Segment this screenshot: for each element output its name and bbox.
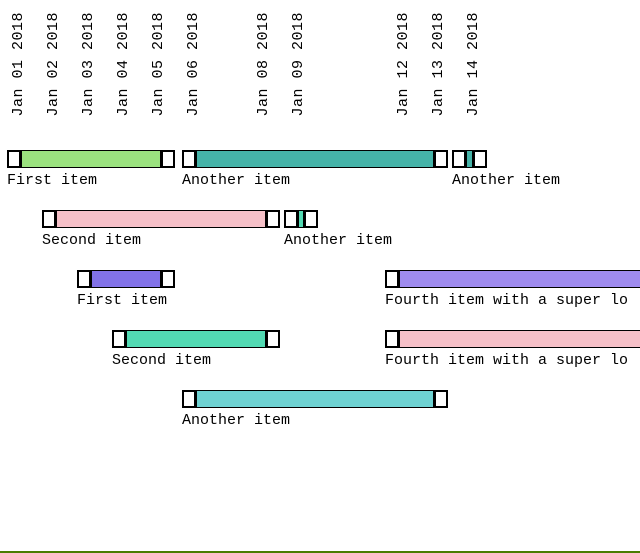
bar-label: Another item xyxy=(182,172,290,189)
tick-label: Jan 01 2018 xyxy=(10,12,27,117)
tick: Jan 09 2018 xyxy=(290,12,312,117)
bar-start-cap[interactable] xyxy=(452,150,466,168)
tick: Jan 01 2018 xyxy=(10,12,32,117)
bar-start-cap[interactable] xyxy=(42,210,56,228)
bar-start-cap[interactable] xyxy=(7,150,21,168)
bar-start-cap[interactable] xyxy=(112,330,126,348)
tick: Jan 12 2018 xyxy=(395,12,417,117)
tick-label: Jan 13 2018 xyxy=(430,12,447,117)
tick: Jan 13 2018 xyxy=(430,12,452,117)
bar-end-cap[interactable] xyxy=(473,150,487,168)
tick: Jan 04 2018 xyxy=(115,12,137,117)
tick-label: Jan 05 2018 xyxy=(150,12,167,117)
tick-label: Jan 03 2018 xyxy=(80,12,97,117)
tick: Jan 14 2018 xyxy=(465,12,487,117)
bar-start-cap[interactable] xyxy=(77,270,91,288)
bar-end-cap[interactable] xyxy=(266,210,280,228)
bar-label: Fourth item with a super lo xyxy=(385,292,628,309)
gantt-bar[interactable] xyxy=(21,150,161,168)
bar-end-cap[interactable] xyxy=(304,210,318,228)
gantt-chart: Jan 01 2018 Jan 02 2018 Jan 03 2018 Jan … xyxy=(0,0,640,553)
bar-label: Another item xyxy=(182,412,290,429)
tick: Jan 06 2018 xyxy=(185,12,207,117)
tick: Jan 05 2018 xyxy=(150,12,172,117)
gantt-bar[interactable] xyxy=(196,150,434,168)
tick: Jan 08 2018 xyxy=(255,12,277,117)
bar-end-cap[interactable] xyxy=(434,150,448,168)
gantt-bar[interactable] xyxy=(399,270,640,288)
bar-end-cap[interactable] xyxy=(161,150,175,168)
bar-label: First item xyxy=(77,292,167,309)
tick-label: Jan 02 2018 xyxy=(45,12,62,117)
tick-label: Jan 09 2018 xyxy=(290,12,307,117)
gantt-bar[interactable] xyxy=(399,330,640,348)
gantt-bar[interactable] xyxy=(56,210,266,228)
bar-start-cap[interactable] xyxy=(284,210,298,228)
bar-end-cap[interactable] xyxy=(161,270,175,288)
gantt-bar[interactable] xyxy=(91,270,161,288)
bar-start-cap[interactable] xyxy=(385,270,399,288)
bar-label: Fourth item with a super lo xyxy=(385,352,628,369)
tick: Jan 03 2018 xyxy=(80,12,102,117)
bar-start-cap[interactable] xyxy=(385,330,399,348)
bar-label: Another item xyxy=(284,232,392,249)
bar-start-cap[interactable] xyxy=(182,390,196,408)
bar-end-cap[interactable] xyxy=(434,390,448,408)
bar-start-cap[interactable] xyxy=(182,150,196,168)
tick: Jan 02 2018 xyxy=(45,12,67,117)
tick-label: Jan 06 2018 xyxy=(185,12,202,117)
gantt-bar[interactable] xyxy=(196,390,434,408)
bar-end-cap[interactable] xyxy=(266,330,280,348)
tick-label: Jan 12 2018 xyxy=(395,12,412,117)
tick-label: Jan 14 2018 xyxy=(465,12,482,117)
bar-label: Another item xyxy=(452,172,560,189)
bar-label: Second item xyxy=(112,352,211,369)
gantt-bar[interactable] xyxy=(126,330,266,348)
tick-label: Jan 08 2018 xyxy=(255,12,272,117)
tick-label: Jan 04 2018 xyxy=(115,12,132,117)
gantt-bar[interactable] xyxy=(466,150,473,168)
bar-label: First item xyxy=(7,172,97,189)
bar-label: Second item xyxy=(42,232,141,249)
